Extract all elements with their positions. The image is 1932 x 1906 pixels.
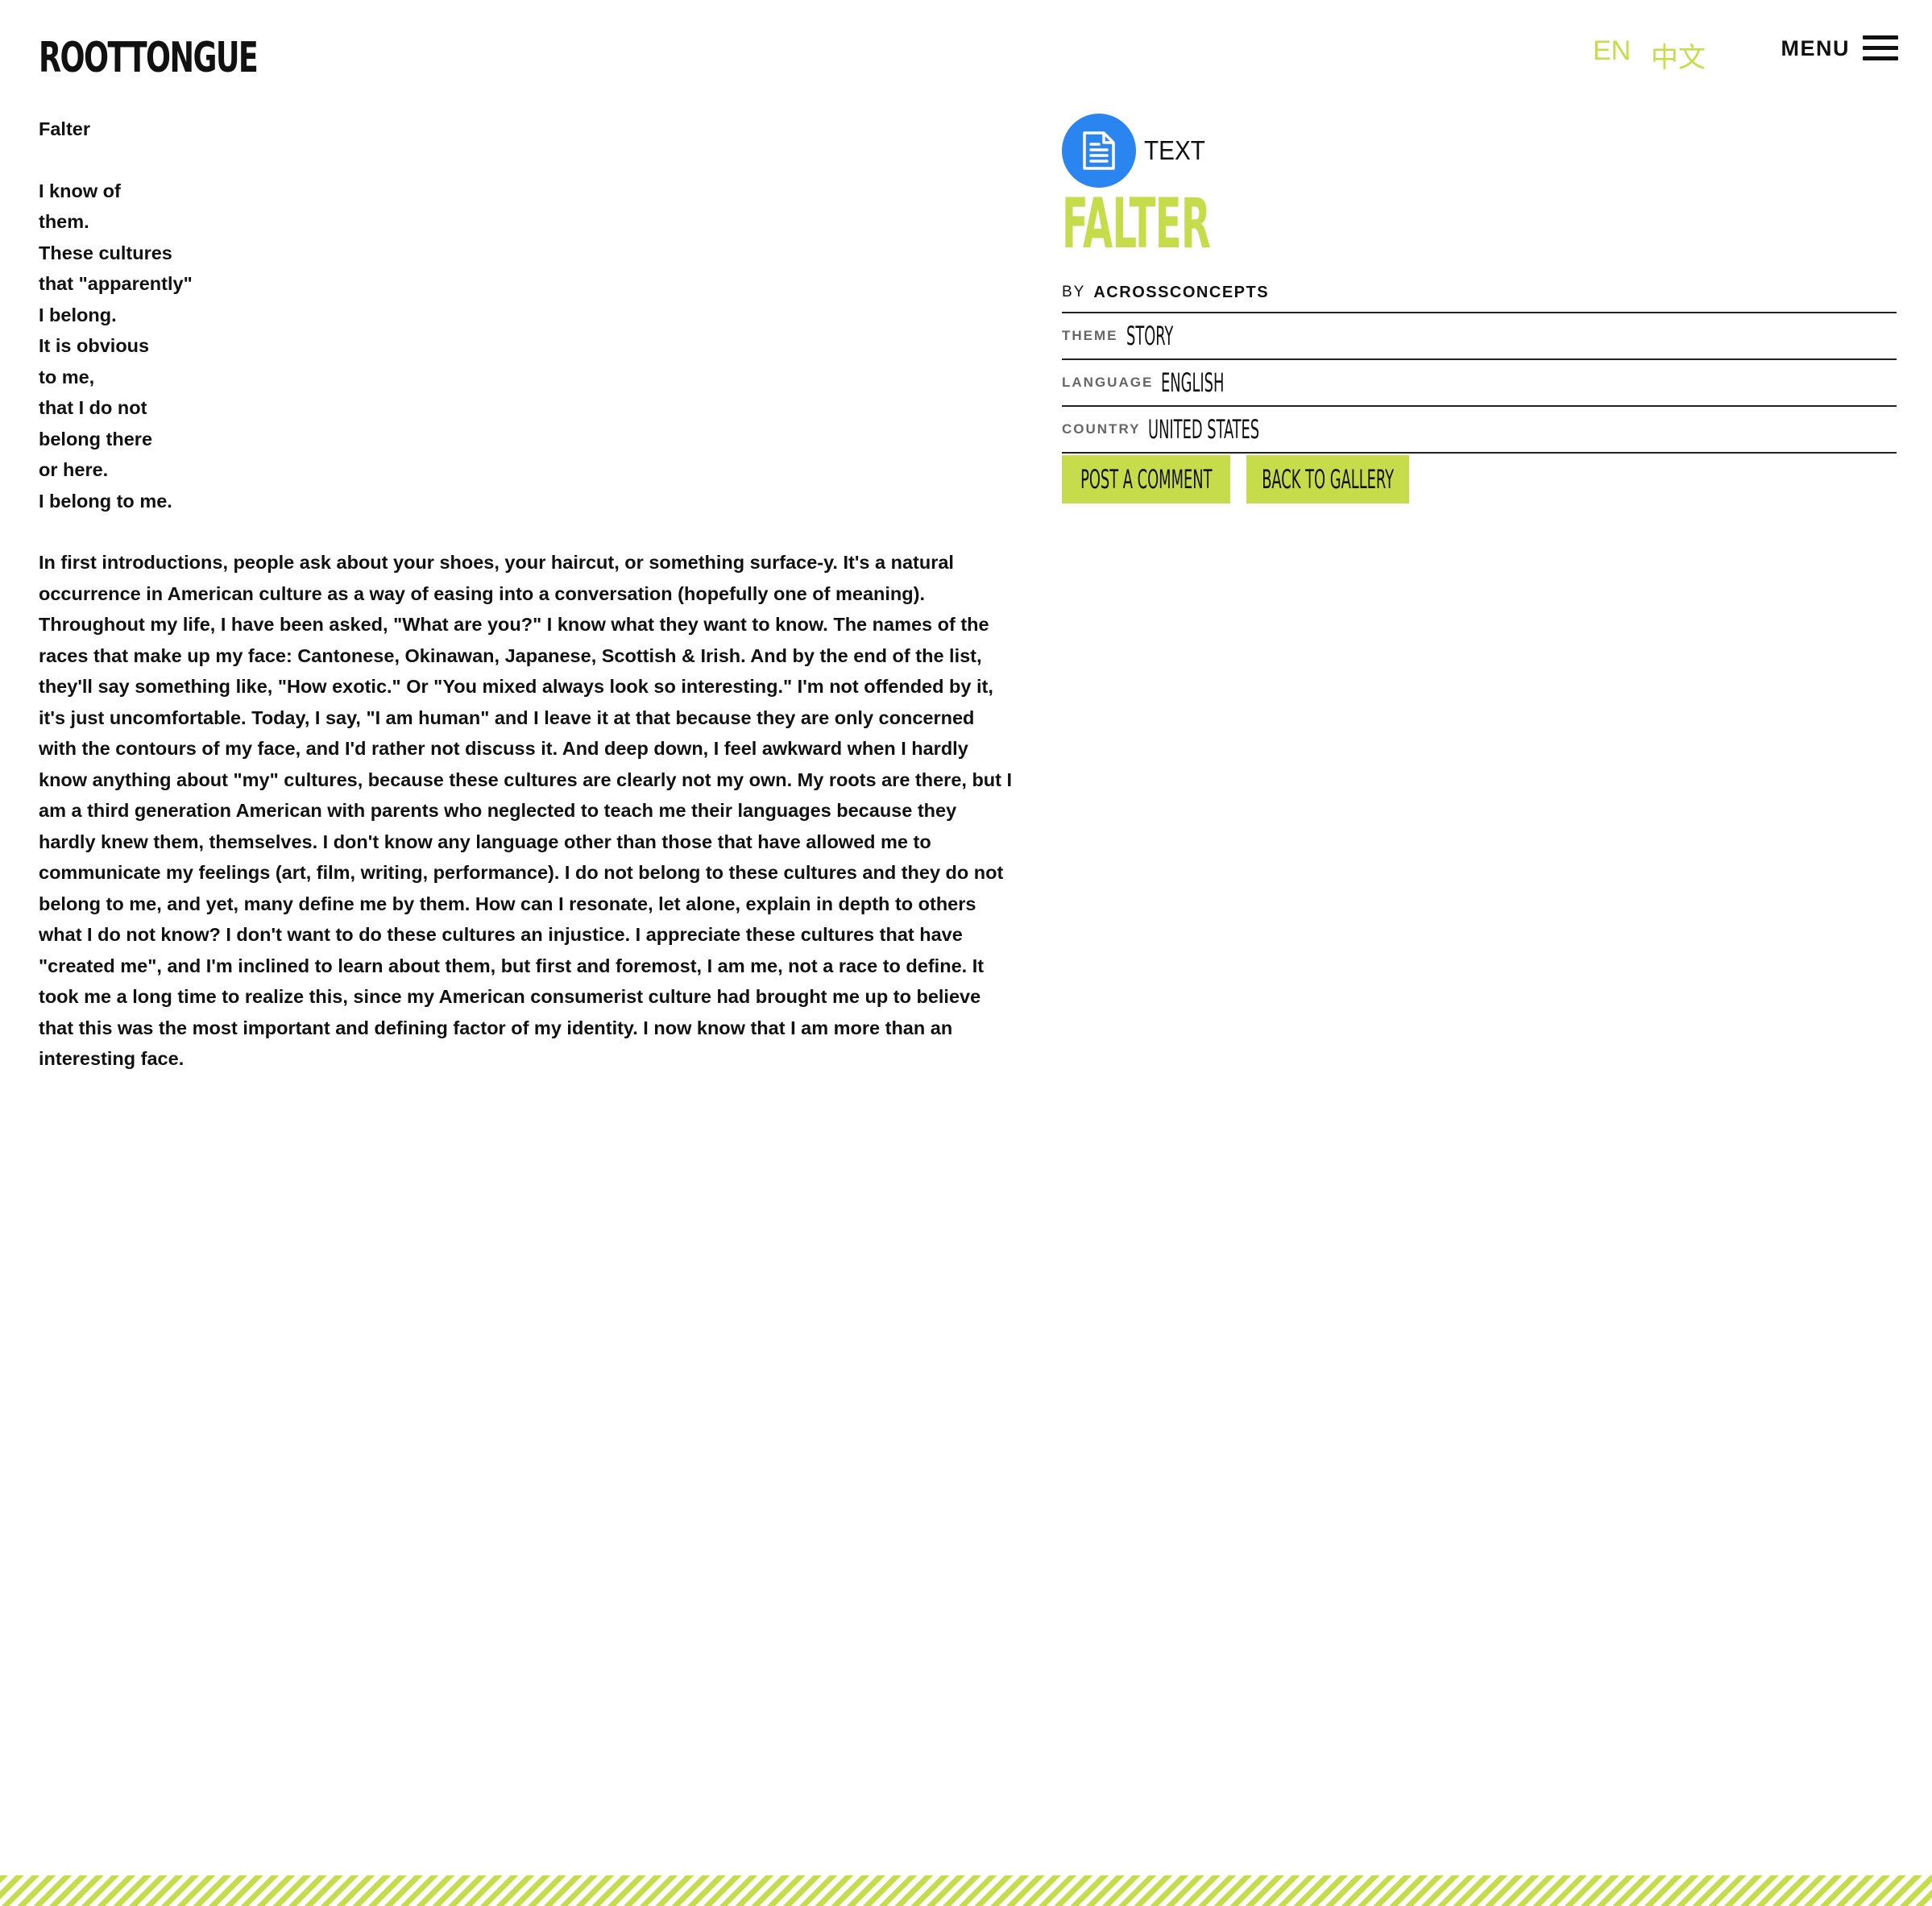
theme-value[interactable]: STORY <box>1126 321 1173 351</box>
author-link[interactable]: ACROSSCONCEPTS <box>1093 284 1269 302</box>
site-logo[interactable]: ROOTTONGUE <box>39 35 259 81</box>
document-icon <box>1062 114 1136 188</box>
country-value[interactable]: UNITED STATES <box>1148 414 1259 445</box>
language-value[interactable]: ENGLISH <box>1161 367 1224 398</box>
by-label: BY <box>1062 284 1086 300</box>
entry-sidebar: TEXT FALTER BY ACROSSCONCEPTS THEME STOR… <box>1062 114 1897 503</box>
story-paragraph: In first introductions, people ask about… <box>39 552 954 604</box>
action-buttons: POST A COMMENT BACK TO GALLERY <box>1062 455 1897 503</box>
language-label: LANGUAGE <box>1062 375 1154 390</box>
entry-type-label: TEXT <box>1144 135 1205 165</box>
theme-row: THEME STORY <box>1062 313 1897 360</box>
poem-line: that "apparently" <box>39 273 193 294</box>
poem-line: belong there <box>39 428 153 450</box>
poem-line: them. <box>39 211 89 232</box>
poem-line: It is obvious <box>39 335 150 356</box>
poem-line: or here. <box>39 459 109 480</box>
entry-type: TEXT <box>1062 114 1897 188</box>
story-body: Falter I know of them. These cultures th… <box>39 114 1014 1075</box>
footer-stripe <box>0 1875 1932 1906</box>
back-to-gallery-button[interactable]: BACK TO GALLERY <box>1246 455 1409 503</box>
menu-button[interactable]: MENU <box>1781 35 1898 61</box>
hamburger-icon <box>1863 35 1898 61</box>
poem-line: I belong to me. <box>39 490 172 512</box>
poem-line: I know of <box>39 180 121 201</box>
poem-line: I belong. <box>39 304 117 325</box>
menu-label: MENU <box>1781 35 1850 60</box>
author-row: BY ACROSSCONCEPTS <box>1062 278 1897 313</box>
language-en-link[interactable]: EN <box>1593 35 1631 67</box>
country-label: COUNTRY <box>1062 421 1141 437</box>
post-comment-button[interactable]: POST A COMMENT <box>1062 455 1230 503</box>
theme-label: THEME <box>1062 328 1118 343</box>
entry-title: FALTER <box>1062 184 1211 264</box>
story-title: Falter <box>39 118 90 139</box>
country-row: COUNTRY UNITED STATES <box>1062 407 1897 454</box>
poem-line: These cultures <box>39 242 172 263</box>
language-zh-link[interactable]: 中文 <box>1651 35 1706 75</box>
poem-line: to me, <box>39 366 95 387</box>
poem-line: that I do not <box>39 397 147 418</box>
story-paragraph: Throughout my life, I have been asked, "… <box>39 614 1013 1069</box>
language-row: LANGUAGE ENGLISH <box>1062 360 1897 407</box>
poem: I know of them. These cultures that "app… <box>39 176 1014 517</box>
